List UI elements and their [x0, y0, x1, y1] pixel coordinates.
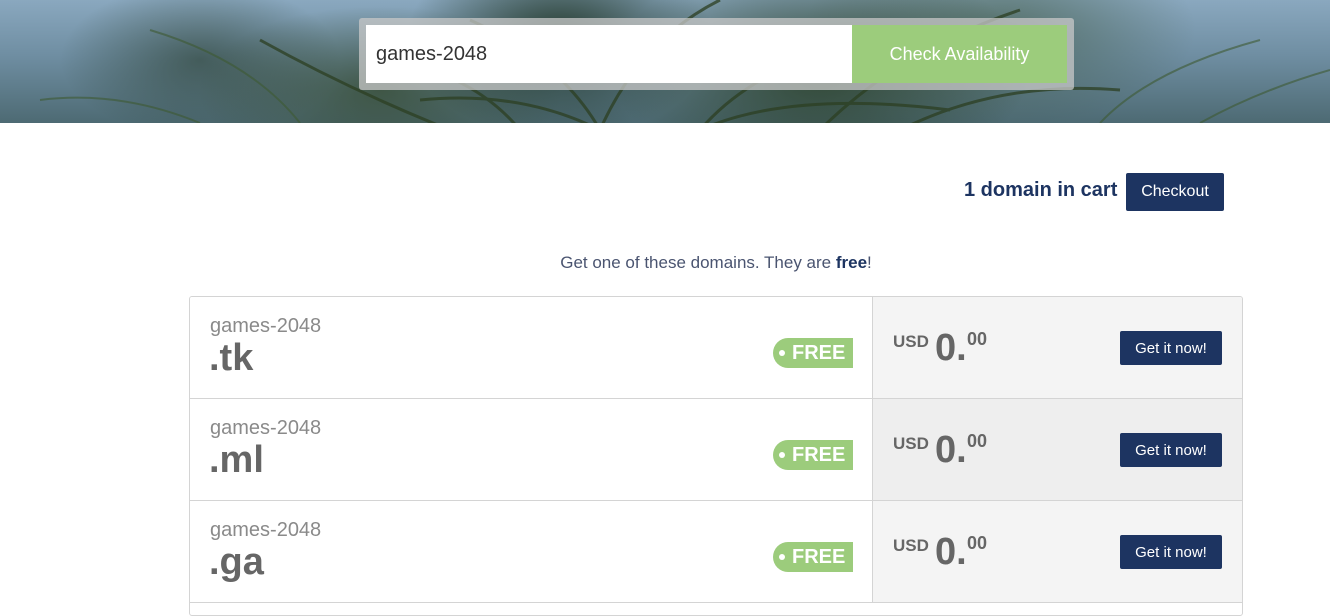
price-currency: USD	[893, 332, 929, 351]
free-badge: FREE	[773, 542, 853, 572]
bullet-icon	[779, 452, 785, 458]
price-currency: USD	[893, 536, 929, 555]
free-badge: FREE	[773, 338, 853, 368]
domain-price-cell: USD 0. 00 Get it now!	[873, 399, 1242, 500]
domain-search-box: Check Availability	[359, 18, 1074, 90]
domain-search-input[interactable]	[366, 25, 852, 83]
domain-price-cell: USD 0. 00 Get it now!	[873, 297, 1242, 398]
domain-name: games-2048	[210, 315, 322, 337]
domain-info-cell: games-2048 .ml FREE	[190, 399, 873, 500]
domain-name: games-2048	[210, 519, 322, 541]
bullet-icon	[779, 554, 785, 560]
domain-info-cell: games-2048 .ga FREE	[190, 501, 873, 602]
promo-text: Get one of these domains. They are	[560, 253, 836, 272]
price-integer: 0.	[935, 327, 967, 369]
domain-row: games-2048 .tk FREE USD 0. 00 Get it now…	[190, 297, 1242, 399]
bullet-icon	[779, 350, 785, 356]
domain-results-table: games-2048 .tk FREE USD 0. 00 Get it now…	[189, 296, 1243, 616]
domain-tld: .ga	[209, 541, 264, 583]
domain-name: games-2048	[210, 417, 322, 439]
domain-tld: .ml	[209, 439, 264, 481]
price-integer: 0.	[935, 531, 967, 573]
free-badge-label: FREE	[792, 341, 846, 364]
price-decimal: 00	[967, 329, 988, 349]
domain-price-cell: USD 0. 00 Get it now!	[873, 501, 1242, 602]
domain-tld: .tk	[209, 337, 254, 379]
domain-row: games-2048 .ga FREE USD 0. 00 Get it now…	[190, 501, 1242, 603]
promo-message: Get one of these domains. They are free!	[0, 253, 1330, 273]
price-integer: 0.	[935, 429, 967, 471]
domain-row: games-2048 .ml FREE USD 0. 00 Get it now…	[190, 399, 1242, 501]
free-badge-label: FREE	[792, 545, 846, 568]
cart-status: 1 domain in cart	[964, 179, 1118, 201]
price-decimal: 00	[967, 431, 988, 451]
free-badge: FREE	[773, 440, 853, 470]
get-it-now-button[interactable]: Get it now!	[1120, 433, 1222, 467]
promo-free-text: free	[835, 253, 868, 272]
checkout-button[interactable]: Checkout	[1126, 173, 1224, 211]
check-availability-button[interactable]: Check Availability	[852, 25, 1067, 83]
get-it-now-button[interactable]: Get it now!	[1120, 535, 1222, 569]
domain-info-cell: games-2048 .tk FREE	[190, 297, 873, 398]
free-badge-label: FREE	[792, 443, 846, 466]
price-decimal: 00	[967, 533, 988, 553]
hero-banner: Check Availability	[0, 0, 1330, 123]
get-it-now-button[interactable]: Get it now!	[1120, 331, 1222, 365]
price-currency: USD	[893, 434, 929, 453]
promo-exclamation: !	[867, 253, 872, 272]
